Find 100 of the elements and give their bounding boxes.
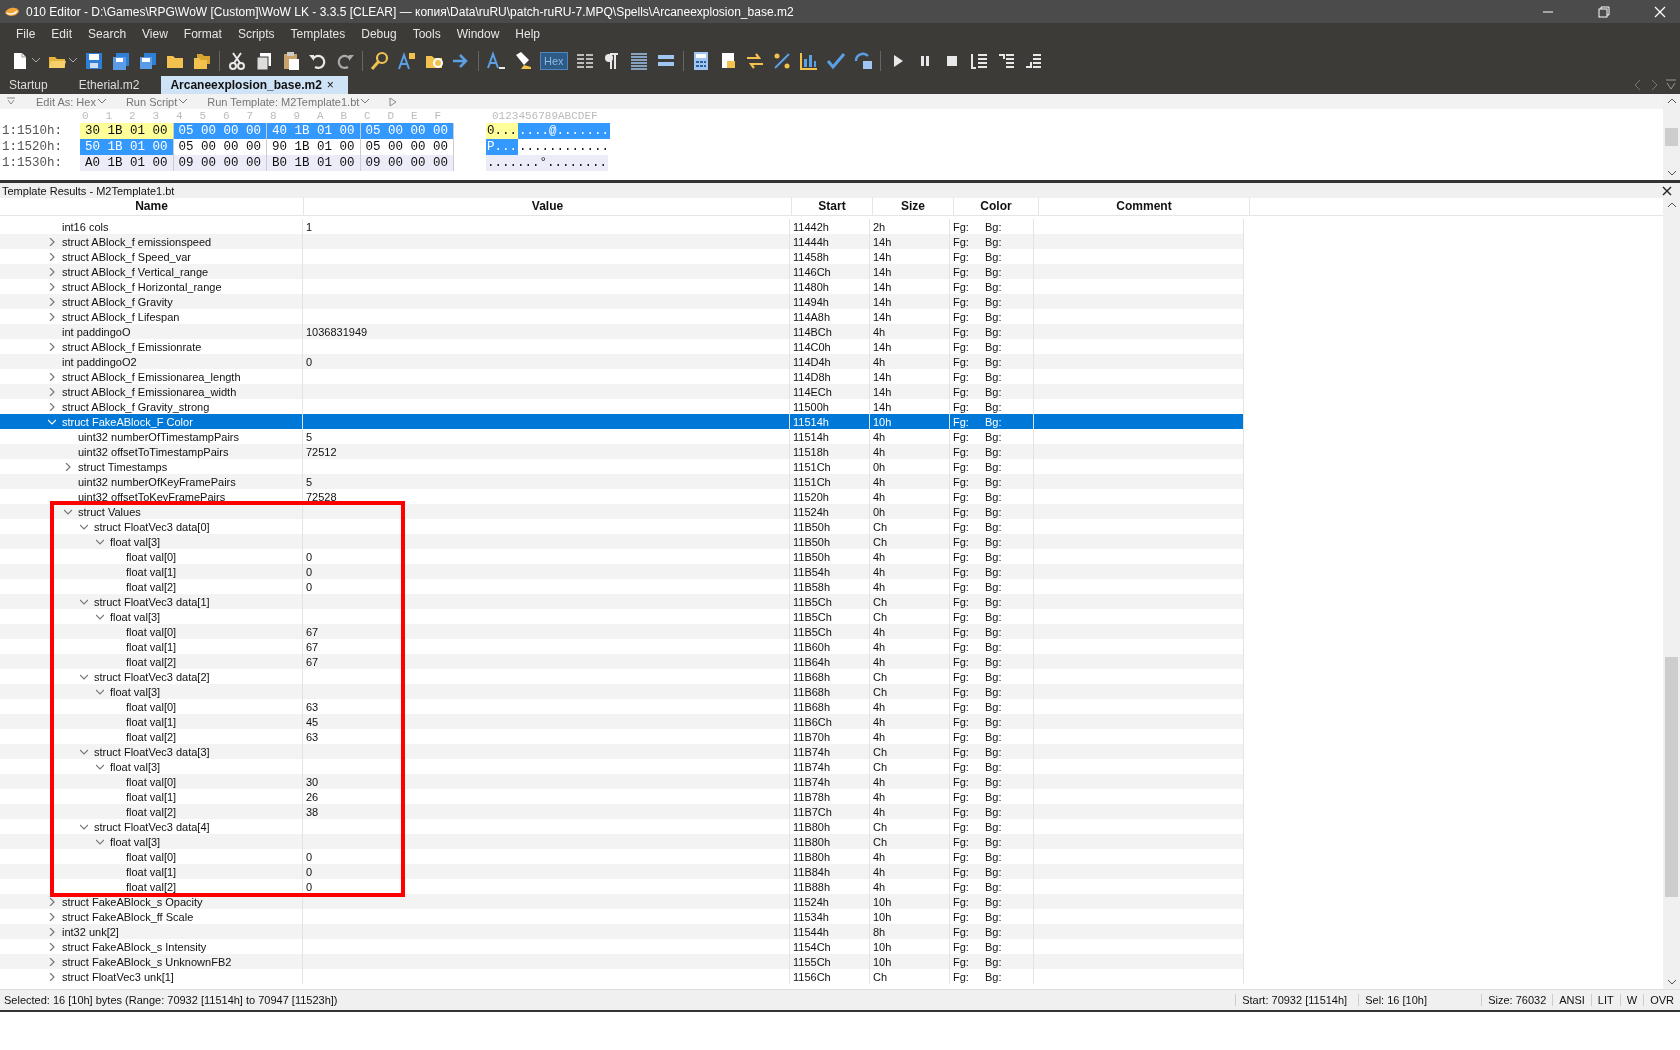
chevron-right-icon[interactable]	[1650, 79, 1658, 91]
scrollbar-thumb[interactable]	[1665, 128, 1678, 146]
column-header[interactable]: Comment	[1039, 198, 1250, 215]
chevron-down-icon[interactable]	[96, 837, 104, 846]
chevron-right-icon[interactable]	[48, 387, 56, 396]
checkmark-icon[interactable]	[825, 50, 846, 71]
file-tab[interactable]: Arcaneexplosion_base.m2 ×	[161, 76, 348, 94]
chevron-right-icon[interactable]	[48, 942, 56, 951]
tree-row[interactable]: int paddingoO 1036831949 114BCh 4h Fg: Bg:	[0, 324, 1244, 339]
chevron-down-icon[interactable]	[96, 687, 104, 696]
status-mode[interactable]: OVR	[1643, 994, 1680, 1006]
scrollbar-thumb[interactable]	[1665, 657, 1678, 897]
tree-row[interactable]: struct FakeABlock_s Opacity 11524h 10h Fg: Bg:	[0, 894, 1244, 909]
chevron-right-icon[interactable]	[48, 312, 56, 321]
chevron-down-icon[interactable]	[96, 612, 104, 621]
hex-bytes[interactable]: 30 1B 01 00	[80, 123, 174, 139]
menu-item[interactable]: View	[134, 27, 176, 41]
tree-row[interactable]: float val[2] 67 11B64h 4h Fg: Bg:	[0, 654, 1244, 669]
status-encoding[interactable]: ANSI	[1552, 994, 1591, 1006]
tree-row[interactable]: float val[2] 38 11B7Ch 4h Fg: Bg:	[0, 804, 1244, 819]
chevron-right-icon[interactable]	[48, 912, 56, 921]
chevron-right-icon[interactable]	[48, 927, 56, 936]
pin-icon[interactable]	[6, 96, 16, 107]
chevron-down-icon[interactable]	[96, 762, 104, 771]
column-header[interactable]: Size	[873, 198, 954, 215]
scroll-up-icon[interactable]	[1666, 202, 1677, 208]
menu-item[interactable]: Help	[507, 27, 549, 41]
chevron-down-icon[interactable]	[80, 822, 88, 831]
chevron-down-icon[interactable]	[80, 672, 88, 681]
scroll-down-icon[interactable]	[1666, 170, 1677, 176]
caret-icon[interactable]	[69, 58, 77, 63]
chevron-down-icon[interactable]	[80, 747, 88, 756]
tree-row[interactable]: struct ABlock_f emissionspeed 11444h 14h Fg: Bg:	[0, 234, 1244, 249]
scissors-icon[interactable]	[227, 50, 247, 71]
chevron-down-icon[interactable]	[80, 597, 88, 606]
caret-icon[interactable]	[32, 58, 40, 63]
column-header[interactable]: Value	[304, 198, 792, 215]
tree-row[interactable]: struct ABlock_f Gravity 11494h 14h Fg: Bg:	[0, 294, 1244, 309]
chevron-right-icon[interactable]	[48, 342, 56, 351]
hex-row[interactable]: 1:1530h: A0 1B 01 00 09 00 00 00 B0 1B 01 00 09 00 00 00 .......°........	[0, 155, 1663, 171]
caret-icon[interactable]	[361, 99, 370, 104]
histogram-icon[interactable]	[798, 50, 819, 71]
column-header[interactable]: Start	[792, 198, 873, 215]
close-icon[interactable]	[1662, 185, 1672, 196]
hex-bytes[interactable]: 09 00 00 00	[173, 155, 268, 171]
menu-item[interactable]: Window	[448, 27, 508, 41]
status-endian[interactable]: LIT	[1590, 994, 1620, 1006]
menu-item[interactable]: Scripts	[229, 27, 283, 41]
chevron-right-icon[interactable]	[64, 462, 72, 471]
chevron-right-icon[interactable]	[48, 372, 56, 381]
column-header[interactable]: Name	[0, 198, 304, 215]
save-as-icon[interactable]	[111, 50, 131, 71]
chevron-right-icon[interactable]	[48, 972, 56, 981]
caret-icon[interactable]	[97, 99, 106, 104]
tree-row[interactable]: struct ABlock_f Emissionarea_width 114ECh 14h Fg: Bg:	[0, 384, 1244, 399]
chevron-down-icon[interactable]	[64, 507, 72, 516]
tree-row[interactable]: float val[1] 45 11B6Ch 4h Fg: Bg:	[0, 714, 1244, 729]
menu-item[interactable]: Search	[80, 27, 135, 41]
chevron-right-icon[interactable]	[48, 402, 56, 411]
marker-icon[interactable]	[513, 50, 533, 71]
tree-row[interactable]: struct ABlock_f Vertical_range 1146Ch 14h Fg: Bg:	[0, 264, 1244, 279]
chevron-right-icon[interactable]	[48, 252, 56, 261]
scroll-down-icon[interactable]	[1666, 979, 1677, 985]
tree-row[interactable]: struct FloatVec3 unk[1] 1156Ch Ch Fg: Bg:	[0, 969, 1244, 984]
menu-item[interactable]: Format	[175, 27, 230, 41]
menu-item[interactable]: Templates	[282, 27, 354, 41]
tree-row[interactable]: uint32 offsetToTimestampPairs 72512 11518h 4h Fg: Bg:	[0, 444, 1244, 459]
tree-row[interactable]: uint32 numberOfKeyFramePairs 5 1151Ch 4h Fg: Bg:	[0, 474, 1244, 489]
status-width[interactable]: W	[1619, 994, 1644, 1006]
dropdown-icon[interactable]	[1666, 79, 1676, 91]
chevron-right-icon[interactable]	[48, 237, 56, 246]
chevron-right-icon[interactable]	[48, 267, 56, 276]
chevron-right-icon[interactable]	[48, 297, 56, 306]
tree-row[interactable]: struct FloatVec3 data[1] 11B5Ch Ch Fg: Bg:	[0, 594, 1244, 609]
dropdown-menu[interactable]: Run Script	[125, 95, 188, 108]
replace-icon[interactable]	[397, 50, 417, 71]
restore-icon[interactable]	[1598, 5, 1610, 18]
tree-row[interactable]: float val[1] 0 11B54h 4h Fg: Bg:	[0, 564, 1244, 579]
file-tab[interactable]: Startup	[0, 76, 62, 94]
dropdown-menu[interactable]: Run Template: M2Template1.bt	[207, 95, 370, 108]
caret-icon[interactable]	[179, 99, 188, 104]
menu-item[interactable]: Tools	[404, 27, 449, 41]
tree-row[interactable]: struct FakeABlock_F Color 11514h 10h Fg: Bg:	[0, 414, 1244, 429]
tree-row[interactable]: struct FakeABlock_s UnknownFB2 1155Ch 10h Fg: Bg:	[0, 954, 1244, 969]
tree-row[interactable]: float val[3] 11B80h Ch Fg: Bg:	[0, 834, 1244, 849]
hex-bytes[interactable]: 09 00 00 00	[360, 155, 455, 171]
chevron-left-icon[interactable]	[1634, 79, 1642, 91]
menu-item[interactable]: Edit	[43, 27, 81, 41]
file-tab[interactable]: Etherial.m2	[69, 76, 154, 94]
chevron-right-icon[interactable]	[48, 282, 56, 291]
dropdown-menu[interactable]: Edit As: Hex	[36, 95, 106, 108]
hex-bytes[interactable]: A0 1B 01 00	[80, 155, 174, 171]
hex-bytes[interactable]: B0 1B 01 00	[267, 155, 361, 171]
ascii-text[interactable]: .......°........	[486, 155, 609, 171]
tree-row[interactable]: float val[0] 30 11B74h 4h Fg: Bg:	[0, 774, 1244, 789]
hex-row[interactable]: 1:1510h: 30 1B 01 00 05 00 00 00 40 1B 01 00 05 00 00 00 0... ....@.......	[0, 123, 1663, 139]
font-icon[interactable]	[486, 50, 506, 71]
tree-row[interactable]: float val[1] 0 11B84h 4h Fg: Bg:	[0, 864, 1244, 879]
tree-row[interactable]: float val[3] 11B68h Ch Fg: Bg:	[0, 684, 1244, 699]
ascii-text[interactable]: ............	[518, 139, 611, 155]
